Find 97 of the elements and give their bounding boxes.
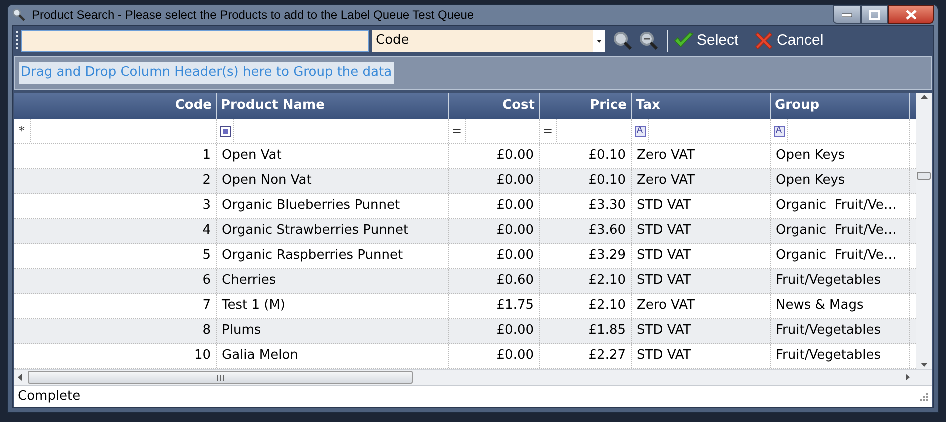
table-cell-text: News & Mags (776, 297, 864, 316)
check-icon (674, 32, 694, 50)
table-cell-text: Open Keys (776, 172, 846, 190)
table-cell-text: 4 (202, 222, 211, 240)
table-cell-text: Open Vat (222, 147, 282, 166)
table-cell-text: £3.29 (588, 247, 626, 266)
table-cell-text: £0.60 (496, 272, 534, 290)
table-cell-text: STD VAT (637, 322, 692, 340)
table-cell-text: £0.00 (496, 247, 534, 266)
table-cell-text: 8 (202, 322, 211, 340)
table-cell-text: £0.00 (496, 197, 534, 216)
maximize-icon (869, 10, 880, 20)
window-title: Product Search - Please select the Products to add to the Label Queue Test Queue (32, 7, 474, 24)
table-cell-text: STD VAT (637, 197, 692, 216)
table-cell-text: Fruit/Vegetables (776, 322, 882, 340)
table-cell-text: Open Non Vat (222, 172, 312, 190)
table-cell-text: £0.00 (496, 147, 534, 166)
status-text: Complete (18, 388, 81, 406)
column-header[interactable]: Code (14, 93, 217, 119)
zoom-out-icon (639, 31, 659, 51)
scroll-left-icon (18, 374, 22, 381)
table-cell-text: Open Keys (776, 147, 846, 166)
table-cell-text: Plums (222, 322, 262, 340)
maximize-button[interactable] (861, 5, 888, 24)
grip-icon (217, 374, 224, 380)
table-cell-text: Zero VAT (637, 147, 695, 166)
table-cell-text: £0.00 (496, 222, 534, 240)
scroll-thumb[interactable] (917, 172, 932, 180)
table-cell-text: £1.85 (588, 322, 626, 340)
table-cell-text: £2.27 (588, 347, 626, 366)
table-cell-text: Organic Blueberries Punnet (222, 197, 400, 216)
table-cell-text: Organic Fruit/Ve… (776, 222, 897, 240)
table-cell-text: STD VAT (637, 272, 692, 290)
table-cell-text: 2 (202, 172, 211, 190)
column-header[interactable]: Price (540, 93, 632, 119)
filter-operator-icon[interactable] (220, 126, 230, 136)
table-cell-text: £2.10 (588, 297, 626, 316)
close-icon (906, 10, 916, 20)
resize-grip-icon (920, 392, 928, 400)
scroll-down-icon (920, 363, 928, 367)
horizontal-scrollbar[interactable] (14, 369, 932, 385)
table-cell-text: 3 (202, 197, 211, 216)
table-cell-text: 10 (194, 347, 211, 366)
scroll-right-icon (906, 374, 910, 381)
table-cell-text: 6 (202, 272, 211, 290)
filter-operator[interactable]: * (19, 122, 25, 140)
select-button[interactable]: Select (674, 29, 746, 53)
table-cell-text: £3.30 (588, 197, 626, 216)
column-header[interactable]: Cost (449, 93, 540, 119)
table-cell-text: £0.10 (588, 172, 626, 190)
search-field[interactable] (21, 30, 369, 52)
table-cell-text: £3.60 (588, 222, 626, 240)
caret-icon (596, 40, 602, 42)
table-cell-text: Organic Fruit/Ve… (776, 247, 897, 266)
table-cell-text: Zero VAT (637, 297, 695, 316)
table-cell-text: Zero VAT (637, 172, 695, 190)
table-cell-text: £0.00 (496, 347, 534, 366)
minimize-icon (842, 12, 852, 16)
column-header[interactable]: Product Name (217, 93, 449, 119)
table-cell-text: STD VAT (637, 347, 692, 366)
table-cell-text: Cherries (222, 272, 276, 290)
filter-operator[interactable]: A (774, 126, 784, 136)
cancel-button[interactable]: Cancel (754, 29, 830, 53)
table-cell-text: Organic Fruit/Ve… (776, 197, 897, 216)
table-cell-text: STD VAT (637, 222, 692, 240)
field-dropdown[interactable]: Code (372, 30, 605, 52)
table-cell-text: 5 (202, 247, 211, 266)
search-icon (613, 31, 633, 51)
table-cell-text: Organic Raspberries Punnet (222, 247, 404, 266)
cancel-icon (754, 31, 774, 51)
zoom-out-button[interactable] (637, 29, 661, 53)
search-icon (12, 8, 26, 22)
column-header[interactable]: Group (771, 93, 910, 119)
column-header[interactable]: Tax (632, 93, 771, 119)
filter-operator[interactable]: A (634, 126, 646, 136)
table-cell-text: £0.00 (496, 322, 534, 340)
grip-icon (15, 30, 19, 52)
table-cell-text: Fruit/Vegetables (776, 347, 882, 366)
table-cell-text: Galia Melon (222, 347, 298, 366)
table-cell-text: Organic Strawberries Punnet (222, 222, 409, 240)
table-cell-text: Test 1 (M) (222, 297, 286, 316)
search-button[interactable] (611, 29, 635, 53)
table-cell-text: 1 (202, 147, 211, 166)
close-button[interactable] (888, 5, 934, 24)
table-cell-text: £0.10 (588, 147, 626, 166)
group-panel-hint: Drag and Drop Column Header(s) here to Group the data (19, 62, 394, 84)
table-cell-text: £2.10 (588, 272, 626, 290)
minimize-button[interactable] (833, 5, 861, 24)
table-cell-text: £0.00 (496, 172, 534, 190)
scroll-up-icon (920, 95, 928, 99)
table-cell-text: £1.75 (496, 297, 534, 316)
vertical-scrollbar[interactable] (916, 93, 932, 369)
table-cell-text: STD VAT (637, 247, 692, 266)
filter-operator[interactable]: = (542, 122, 554, 140)
table-cell-text: Fruit/Vegetables (776, 272, 882, 290)
filter-operator[interactable]: = (452, 122, 462, 140)
table-cell-text: 7 (202, 297, 211, 316)
